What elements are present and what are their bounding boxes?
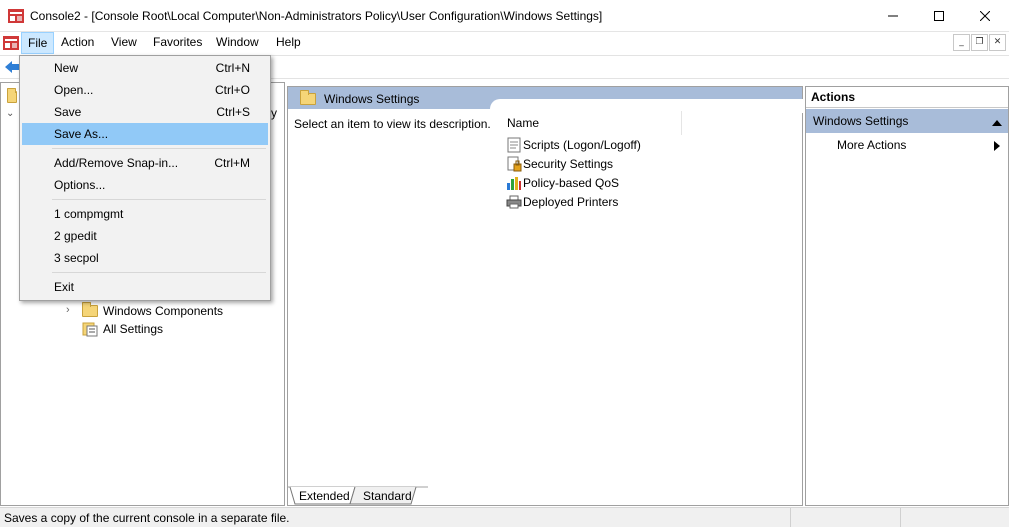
collapse-arrow-icon[interactable] (992, 116, 1002, 130)
tree-item-windows-components[interactable]: Windows Components (103, 303, 223, 319)
results-header-title: Windows Settings (324, 92, 420, 106)
console-root-folder-icon (7, 88, 17, 103)
menu-item-label: Save (54, 105, 82, 119)
menu-item-save[interactable]: Save Ctrl+S (22, 101, 268, 123)
menu-action[interactable]: Action (55, 32, 100, 54)
menu-item-label: Save As... (54, 127, 109, 141)
maximize-button[interactable] (916, 0, 962, 32)
menu-item-shortcut: Ctrl+N (215, 61, 250, 75)
menu-item-add-remove-snapin[interactable]: Add/Remove Snap-in... Ctrl+M (22, 152, 268, 174)
menu-item-label: 1 compmgmt (54, 207, 124, 221)
menu-item-shortcut: Ctrl+S (216, 105, 250, 119)
console-app-icon (8, 9, 24, 23)
more-actions-item[interactable]: More Actions (837, 134, 906, 156)
actions-title-bar: Actions (806, 87, 1008, 108)
all-settings-icon (82, 321, 98, 337)
menu-view[interactable]: View (105, 32, 143, 54)
close-button[interactable] (962, 0, 1008, 32)
status-divider (900, 508, 901, 527)
menu-separator (52, 199, 266, 200)
console-menu-icon[interactable] (3, 35, 19, 51)
status-bar: Saves a copy of the current console in a… (0, 507, 1009, 527)
list-item-policy-qos[interactable]: Policy-based QoS (523, 175, 619, 191)
minimize-button[interactable] (870, 0, 916, 32)
menu-help[interactable]: Help (270, 32, 307, 54)
menu-item-new[interactable]: New Ctrl+N (22, 57, 268, 79)
menu-favorites[interactable]: Favorites (147, 32, 208, 54)
menu-item-save-as[interactable]: Save As... (22, 123, 268, 145)
file-menu-dropdown: New Ctrl+N Open... Ctrl+O Save Ctrl+S Sa… (19, 55, 271, 301)
bar-chart-icon (506, 175, 522, 191)
tree-item-all-settings[interactable]: All Settings (103, 321, 163, 337)
menu-item-exit[interactable]: Exit (22, 276, 268, 298)
name-column-label: Name (507, 116, 540, 130)
header-folder-icon (300, 90, 316, 105)
actions-title: Actions (811, 90, 856, 104)
actions-section-label: Windows Settings (813, 114, 909, 128)
list-item-scripts[interactable]: Scripts (Logon/Logoff) (523, 137, 641, 153)
menu-item-label: Exit (54, 280, 75, 294)
submenu-arrow-icon (994, 140, 1000, 154)
tab-standard[interactable]: Standard (363, 489, 412, 503)
menu-item-recent-compmgmt[interactable]: 1 compmgmt (22, 203, 268, 225)
menu-item-recent-secpol[interactable]: 3 secpol (22, 247, 268, 269)
folder-icon (82, 302, 98, 317)
menu-item-label: New (54, 61, 79, 75)
menu-item-recent-gpedit[interactable]: 2 gpedit (22, 225, 268, 247)
printer-icon (506, 194, 522, 210)
menu-separator (52, 272, 266, 273)
name-column-header[interactable]: Name (500, 111, 682, 135)
tree-partial-text: y (271, 106, 277, 120)
menu-item-label: Open... (54, 83, 94, 97)
mdi-minimize-button[interactable]: _ (953, 34, 970, 51)
security-settings-icon (506, 156, 522, 172)
mdi-restore-button[interactable]: ❐ (971, 34, 988, 51)
tree-expand-icon[interactable]: › (66, 304, 70, 316)
back-arrow-icon[interactable] (4, 59, 20, 75)
description-text: Select an item to view its description. (294, 117, 491, 131)
menu-file[interactable]: File (21, 32, 55, 54)
menu-window[interactable]: Window (210, 32, 265, 54)
menu-item-label: 3 secpol (54, 251, 99, 265)
menu-item-shortcut: Ctrl+M (214, 156, 250, 170)
menu-item-options[interactable]: Options... (22, 174, 268, 196)
window-title: Console2 - [Console Root\Local Computer\… (30, 9, 603, 23)
list-item-security-settings[interactable]: Security Settings (523, 156, 613, 172)
menu-separator (52, 148, 266, 149)
actions-pane (805, 86, 1009, 506)
menu-item-label: 2 gpedit (54, 229, 97, 243)
mdi-close-button[interactable]: ✕ (989, 34, 1006, 51)
actions-section-header[interactable]: Windows Settings (806, 109, 1008, 133)
tab-extended[interactable]: Extended (299, 489, 350, 503)
status-divider (790, 508, 791, 527)
menu-item-label: Add/Remove Snap-in... (54, 156, 179, 170)
menu-item-shortcut: Ctrl+O (214, 83, 250, 97)
menu-item-open[interactable]: Open... Ctrl+O (22, 79, 268, 101)
status-text: Saves a copy of the current console in a… (4, 511, 290, 525)
tree-expand-chevron-icon[interactable]: ⌄ (6, 108, 14, 119)
menu-item-label: Options... (54, 178, 106, 192)
script-icon (506, 137, 522, 153)
view-tabs: Extended Standard (288, 486, 802, 506)
list-item-deployed-printers[interactable]: Deployed Printers (523, 194, 618, 210)
